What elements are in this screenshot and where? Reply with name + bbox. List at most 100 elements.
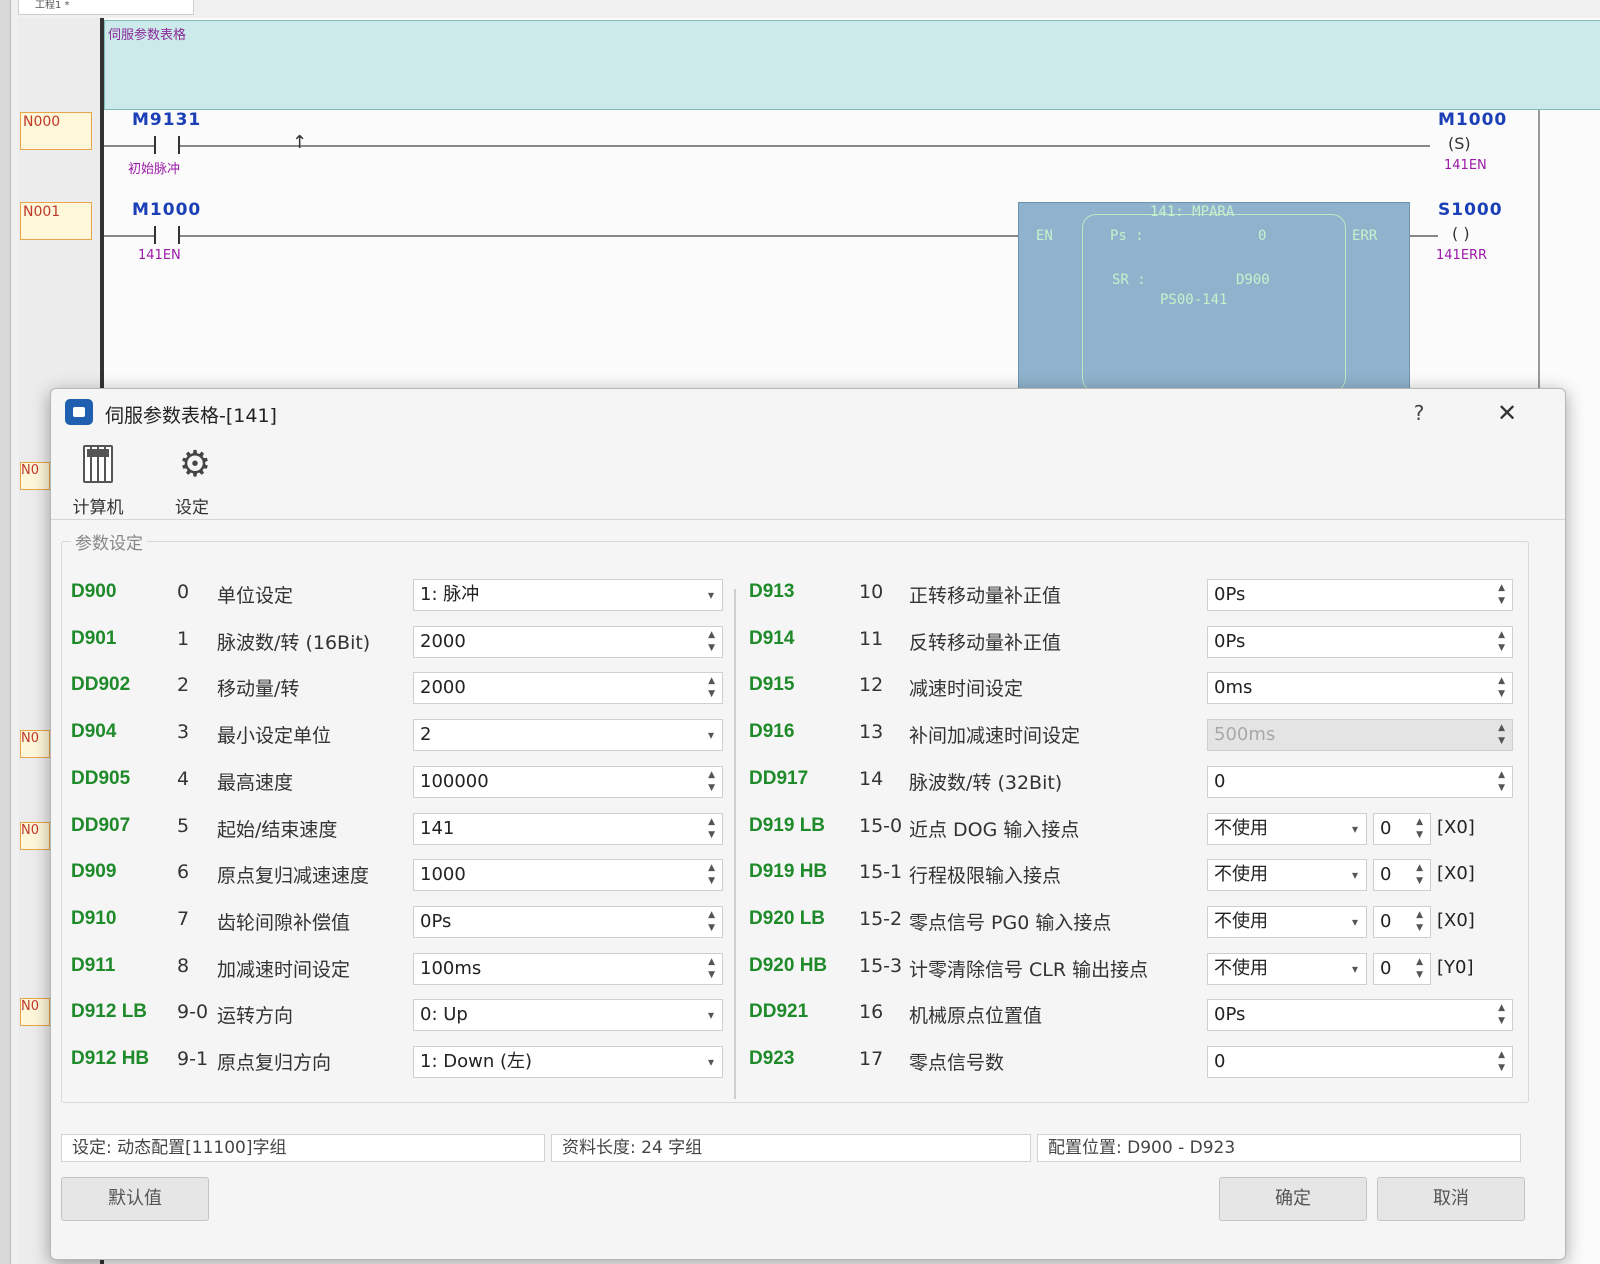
parameter-spinbox[interactable]: 0Ps ▲ ▼ xyxy=(413,905,723,938)
parameter-value: 2000 xyxy=(420,677,466,699)
parameter-dropdown[interactable]: 2 ▾ xyxy=(413,719,723,752)
register-label: D912 LB xyxy=(71,1001,148,1023)
io-number-spinbox[interactable]: 0 ▲ ▼ xyxy=(1373,952,1431,985)
parameter-spinbox[interactable]: 0Ps ▲ ▼ xyxy=(1207,999,1513,1032)
io-number-spinbox[interactable]: 0 ▲ ▼ xyxy=(1373,812,1431,845)
register-label: DD902 xyxy=(71,674,131,696)
cancel-button[interactable]: 取消 xyxy=(1377,1177,1525,1221)
rung-label-stub[interactable]: N0 xyxy=(20,822,50,850)
rung-label-stub[interactable]: N0 xyxy=(20,730,50,758)
parameter-number: 17 xyxy=(859,1048,884,1070)
register-label: DD907 xyxy=(71,814,131,836)
parameter-spinbox[interactable]: 1000 ▲ ▼ xyxy=(413,859,723,892)
io-mode-value: 不使用 xyxy=(1214,864,1268,886)
help-button[interactable]: ? xyxy=(1403,397,1435,429)
rung-label-stub[interactable]: N0 xyxy=(20,998,50,1026)
register-label: D900 xyxy=(71,581,117,602)
parameter-dropdown[interactable]: 0: Up ▾ xyxy=(413,999,723,1032)
parameter-spinbox[interactable]: 100ms ▲ ▼ xyxy=(413,952,723,985)
default-button[interactable]: 默认值 xyxy=(61,1177,209,1221)
io-address-label: [X0] xyxy=(1437,863,1475,885)
parameter-spinbox[interactable]: 141 ▲ ▼ xyxy=(413,812,723,845)
parameter-value: 0 xyxy=(1214,1051,1226,1072)
settings-button[interactable]: ⚙ 设定 xyxy=(157,441,227,519)
coil-s1000[interactable]: S1000 xyxy=(1438,200,1503,220)
parameter-number: 11 xyxy=(859,627,884,650)
parameter-name: 最高速度 xyxy=(217,771,294,794)
parameter-name: 机械原点位置值 xyxy=(909,1005,1043,1028)
io-number-spinbox[interactable]: 0 ▲ ▼ xyxy=(1373,859,1431,892)
spin-arrows-icon: ▲ ▼ xyxy=(708,769,715,793)
parameter-number: 12 xyxy=(859,674,884,697)
function-block-ps-label: Ps : xyxy=(1110,228,1144,244)
spin-arrows-icon: ▲ ▼ xyxy=(1416,816,1423,840)
io-mode-dropdown[interactable]: 不使用 ▾ xyxy=(1207,952,1367,985)
io-number-value: 0 xyxy=(1380,864,1392,886)
dialog-title: 伺服参数表格-[141] xyxy=(105,405,277,427)
contact-comment: 初始脉冲 xyxy=(128,162,181,177)
contact-m1000[interactable]: M1000 xyxy=(132,200,201,220)
parameter-dropdown[interactable]: 1: 脉冲 ▾ xyxy=(413,579,723,611)
parameter-name: 零点信号 PG0 输入接点 xyxy=(909,911,1112,934)
spin-arrows-icon: ▲ ▼ xyxy=(1416,956,1423,980)
parameter-value: 100ms xyxy=(420,957,482,979)
parameter-spinbox[interactable]: 0ms ▲ ▼ xyxy=(1207,672,1513,705)
status-location: 配置位置: D900 - D923 xyxy=(1037,1134,1521,1162)
calculator-label: 计算机 xyxy=(72,498,124,518)
comment-band[interactable] xyxy=(104,20,1600,110)
parameter-number: 15-3 xyxy=(859,954,903,977)
function-block-name: PS00-141 xyxy=(1160,292,1228,308)
io-number-value: 0 xyxy=(1380,910,1392,932)
parameter-value: 1000 xyxy=(420,864,466,886)
register-label: D904 xyxy=(71,721,117,743)
coil-comment: 141EN xyxy=(1444,158,1487,173)
io-mode-dropdown[interactable]: 不使用 ▾ xyxy=(1207,859,1367,892)
parameter-spinbox[interactable]: 0Ps ▲ ▼ xyxy=(1207,579,1513,611)
output-coil: ( ) xyxy=(1452,224,1470,243)
parameter-name: 最小设定单位 xyxy=(217,725,332,748)
parameter-name: 移动量/转 xyxy=(217,678,300,701)
parameter-value: 141 xyxy=(420,817,455,839)
io-address-label: [X0] xyxy=(1437,909,1475,931)
register-label: D910 xyxy=(71,907,117,929)
rung-label-stub[interactable]: N0 xyxy=(20,462,50,490)
chevron-down-icon: ▾ xyxy=(707,728,714,743)
parameter-spinbox[interactable]: 2000 ▲ ▼ xyxy=(413,625,723,658)
parameter-spinbox[interactable]: 0 ▲ ▼ xyxy=(1207,1046,1513,1078)
parameter-spinbox[interactable]: 2000 ▲ ▼ xyxy=(413,672,723,705)
parameter-spinbox[interactable]: 0 ▲ ▼ xyxy=(1207,765,1513,798)
parameter-dropdown[interactable]: 1: Down (左) ▾ xyxy=(413,1046,723,1078)
register-label: D911 xyxy=(71,954,116,976)
parameter-name: 减速时间设定 xyxy=(909,678,1024,701)
parameter-value: 0 xyxy=(1214,770,1226,792)
parameter-group-title: 参数设定 xyxy=(71,529,147,554)
rung-label-n001[interactable]: N001 xyxy=(20,202,92,240)
parameter-name: 脉波数/转 (32Bit) xyxy=(909,771,1063,794)
parameter-value: 2000 xyxy=(420,630,466,652)
contact-m9131[interactable]: M9131 xyxy=(132,110,201,130)
spin-arrows-icon: ▲ ▼ xyxy=(1498,676,1505,700)
ok-button[interactable]: 确定 xyxy=(1219,1177,1367,1221)
chevron-down-icon: ▾ xyxy=(1351,868,1358,883)
register-label: D920 HB xyxy=(749,954,828,976)
parameter-spinbox[interactable]: 100000 ▲ ▼ xyxy=(413,765,723,798)
io-mode-dropdown[interactable]: 不使用 ▾ xyxy=(1207,905,1367,938)
parameter-spinbox[interactable]: 0Ps ▲ ▼ xyxy=(1207,625,1513,658)
parameter-number: 16 xyxy=(859,1001,884,1024)
calculator-button[interactable]: 计算机 xyxy=(63,441,133,518)
coil-m1000[interactable]: M1000 xyxy=(1438,110,1507,130)
editor-tab[interactable]: 工程1 * xyxy=(18,0,194,15)
parameter-value: 500ms xyxy=(1214,724,1276,746)
function-block-title: 141: MPARA xyxy=(1150,204,1235,220)
register-label: D920 LB xyxy=(749,907,826,929)
io-mode-dropdown[interactable]: 不使用 ▾ xyxy=(1207,812,1367,845)
status-length: 资料长度: 24 字组 xyxy=(551,1134,1031,1162)
close-button[interactable]: ✕ xyxy=(1489,395,1525,431)
function-block-en: EN xyxy=(1036,228,1053,244)
parameter-name: 起始/结束速度 xyxy=(217,818,338,841)
parameter-name: 补间加减速时间设定 xyxy=(909,725,1081,748)
dialog-title-bar[interactable]: 伺服参数表格-[141] ? ✕ xyxy=(51,389,1565,437)
function-block-ps-value: 0 xyxy=(1258,228,1267,244)
io-number-spinbox[interactable]: 0 ▲ ▼ xyxy=(1373,905,1431,938)
rung-label-n000[interactable]: N000 xyxy=(20,112,92,150)
